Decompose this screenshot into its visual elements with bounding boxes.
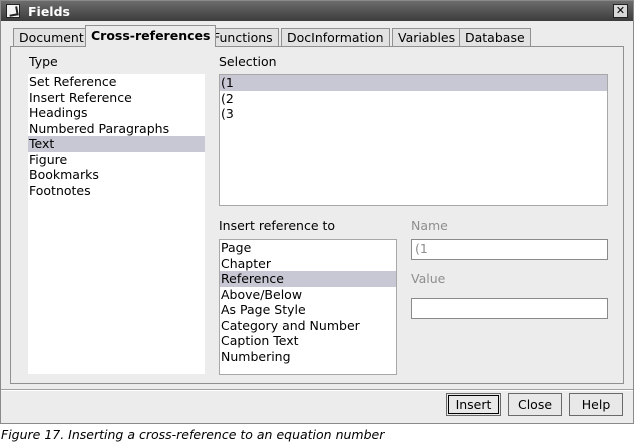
- insert-button[interactable]: Insert: [446, 393, 501, 416]
- value-label: Value: [411, 271, 446, 286]
- figure-caption: Figure 17. Inserting a cross-reference t…: [1, 427, 385, 442]
- insert-reference-list-item[interactable]: Category and Number: [220, 318, 396, 334]
- type-label: Type: [29, 54, 58, 69]
- tab-variables[interactable]: Variables: [392, 28, 462, 47]
- name-label: Name: [411, 218, 448, 233]
- value-field[interactable]: [411, 298, 608, 319]
- type-list-item[interactable]: Headings: [28, 105, 205, 121]
- insert-reference-list-item[interactable]: Numbering: [220, 349, 396, 365]
- cross-references-panel: Type Set Reference Insert Reference Headin…: [10, 46, 624, 384]
- tab-functions[interactable]: Functions: [207, 28, 279, 47]
- selection-list-item[interactable]: (2: [220, 91, 607, 107]
- window-close-button[interactable]: ✕: [613, 4, 628, 18]
- type-list-item[interactable]: Insert Reference: [28, 90, 205, 106]
- type-list-item[interactable]: Text: [28, 136, 205, 152]
- help-button[interactable]: Help: [569, 393, 623, 416]
- insert-reference-list[interactable]: Page Chapter Reference Above/Below As Page S…: [219, 239, 397, 375]
- insert-reference-label: Insert reference to: [219, 218, 336, 233]
- insert-reference-list-item[interactable]: As Page Style: [220, 302, 396, 318]
- fields-dialog: Fields ✕ Document Cross-references Funct…: [0, 0, 634, 424]
- close-button[interactable]: Close: [508, 393, 562, 416]
- type-list-item[interactable]: Bookmarks: [28, 167, 205, 183]
- selection-list-item[interactable]: (3: [220, 106, 607, 122]
- type-list-item[interactable]: Footnotes: [28, 183, 205, 199]
- type-list-item[interactable]: Numbered Paragraphs: [28, 121, 205, 137]
- type-list-item[interactable]: Set Reference: [28, 74, 205, 90]
- type-list-item[interactable]: Figure: [28, 152, 205, 168]
- selection-label: Selection: [219, 54, 277, 69]
- title-bar[interactable]: Fields ✕: [1, 1, 633, 21]
- name-field[interactable]: (1: [411, 239, 608, 260]
- insert-reference-list-item[interactable]: Above/Below: [220, 287, 396, 303]
- tab-docinformation[interactable]: DocInformation: [281, 28, 390, 47]
- window-app-icon: [6, 4, 20, 18]
- tab-cross-references[interactable]: Cross-references: [85, 25, 217, 47]
- type-list[interactable]: Set Reference Insert Reference Headings Num…: [28, 74, 205, 374]
- close-icon: ✕: [615, 4, 626, 17]
- tab-database[interactable]: Database: [459, 28, 531, 47]
- window-title: Fields: [28, 4, 70, 19]
- selection-list[interactable]: (1 (2 (3: [219, 74, 608, 206]
- tab-document[interactable]: Document: [13, 28, 90, 47]
- insert-reference-list-item[interactable]: Chapter: [220, 256, 396, 272]
- button-separator: [1, 389, 633, 391]
- insert-reference-list-item[interactable]: Page: [220, 240, 396, 256]
- insert-reference-list-item[interactable]: Caption Text: [220, 333, 396, 349]
- insert-reference-list-item[interactable]: Reference: [220, 271, 396, 287]
- selection-list-item[interactable]: (1: [220, 75, 607, 91]
